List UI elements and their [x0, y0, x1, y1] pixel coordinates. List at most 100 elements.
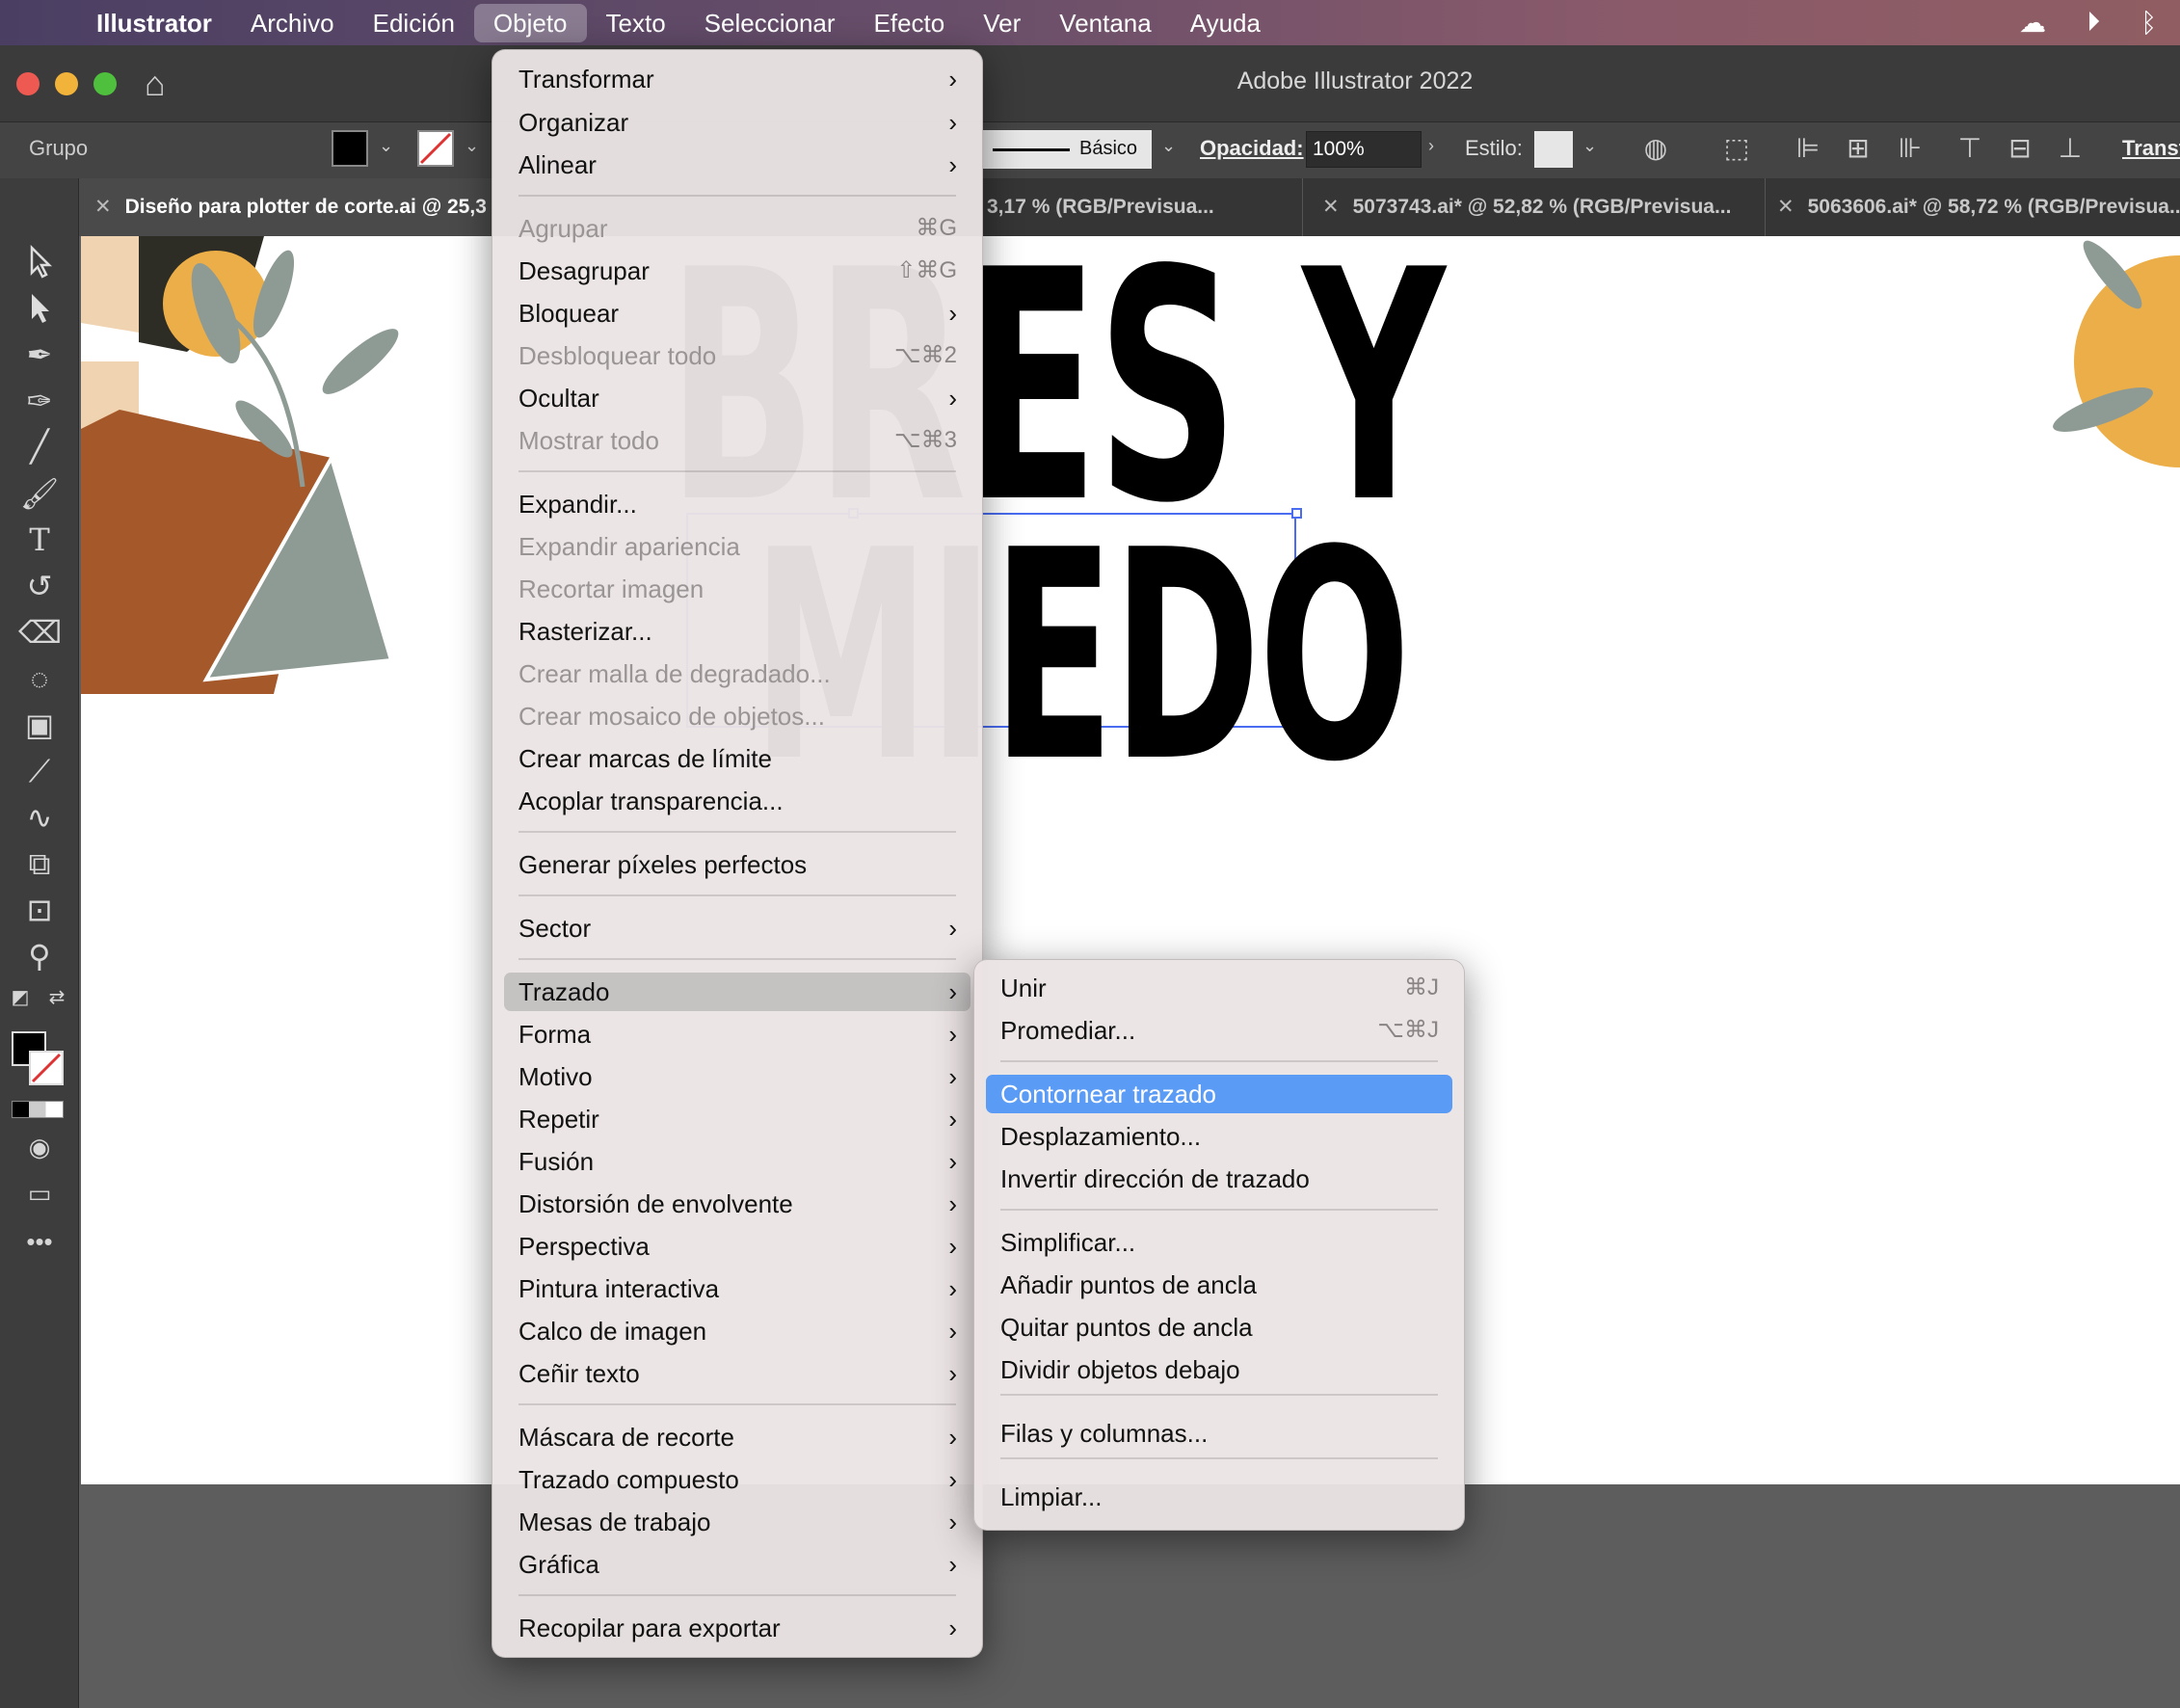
shape-builder-tool-icon[interactable]: ⧉ [18, 844, 61, 883]
stroke-dropdown-icon[interactable]: ⌄ [465, 136, 479, 156]
fill-swatch[interactable] [332, 130, 368, 167]
align-right-icon[interactable]: ⊪ [1895, 132, 1926, 167]
menu-item-quitar-puntos-de-ancla[interactable]: Quitar puntos de ancla [986, 1308, 1452, 1347]
menu-item-unir[interactable]: Unir ⌘J [986, 969, 1452, 1007]
menu-ayuda[interactable]: Ayuda [1171, 4, 1280, 42]
paintbrush-tool-icon[interactable]: 🖌 [18, 474, 61, 513]
align-center-icon[interactable]: ⊞ [1843, 132, 1874, 167]
close-tab-icon[interactable]: ✕ [94, 196, 112, 218]
menu-item-fusion[interactable]: Fusión › [504, 1142, 970, 1181]
menu-item-contornear-trazado[interactable]: Contornear trazado [986, 1075, 1452, 1113]
align-left-icon[interactable]: ⊫ [1793, 132, 1823, 167]
align-bottom-icon[interactable]: ⊥ [2055, 132, 2086, 167]
close-tab-icon[interactable]: ✕ [1322, 196, 1340, 218]
type-tool-icon[interactable]: T [18, 520, 61, 559]
stroke-swatch[interactable] [417, 130, 454, 167]
tab-5063606[interactable]: ✕ 5063606.ai* @ 58,72 % (RGB/Previsua... [1768, 178, 2180, 236]
menu-item-motivo[interactable]: Motivo › [504, 1057, 970, 1096]
color-mode-icons[interactable] [12, 1101, 64, 1118]
menu-item-distorsion-de-envolvente[interactable]: Distorsión de envolvente › [504, 1185, 970, 1223]
menu-edicion[interactable]: Edición [354, 4, 474, 42]
close-tab-icon[interactable]: ✕ [1777, 196, 1795, 218]
align-middle-icon[interactable]: ⊟ [2005, 132, 2035, 167]
menu-item-organizar[interactable]: Organizar › [504, 103, 970, 142]
style-dropdown-icon[interactable]: ⌄ [1582, 136, 1597, 156]
tab-document-2[interactable]: 3,17 % (RGB/Previsua... [985, 178, 1303, 236]
selection-tool-icon[interactable] [18, 242, 61, 280]
menu-objeto[interactable]: Objeto [473, 3, 587, 42]
stroke-color-icon[interactable] [29, 1051, 64, 1085]
menu-item-calco-de-imagen[interactable]: Calco de imagen › [504, 1312, 970, 1350]
screen-mode-icon[interactable]: ▭ [18, 1174, 61, 1213]
menu-item-acoplar-transparencia[interactable]: Acoplar transparencia... [504, 782, 970, 820]
menu-item-mesas-de-trabajo[interactable]: Mesas de trabajo › [504, 1503, 970, 1541]
menu-ver[interactable]: Ver [964, 4, 1040, 42]
menu-item-repetir[interactable]: Repetir › [504, 1100, 970, 1138]
menu-item-perspectiva[interactable]: Perspectiva › [504, 1227, 970, 1266]
line-tool-icon[interactable]: ╱ [18, 427, 61, 466]
tab-5073743[interactable]: ✕ 5073743.ai* @ 52,82 % (RGB/Previsua... [1313, 178, 1766, 236]
play-circle-icon[interactable]: ⏵ [2087, 7, 2100, 39]
menu-archivo[interactable]: Archivo [231, 4, 354, 42]
menu-item-promediar[interactable]: Promediar... ⌥⌘J [986, 1011, 1452, 1050]
menu-item-mascara-de-recorte[interactable]: Máscara de recorte › [504, 1418, 970, 1456]
menu-item-rasterizar[interactable]: Rasterizar... [504, 612, 970, 651]
align-top-icon[interactable]: ⊤ [1954, 132, 1985, 167]
menu-texto[interactable]: Texto [587, 4, 685, 42]
menu-item-sector[interactable]: Sector › [504, 909, 970, 947]
menu-item-desplazamiento[interactable]: Desplazamiento... [986, 1117, 1452, 1156]
warp-tool-icon[interactable]: ◌ [18, 659, 61, 698]
menu-item-alinear[interactable]: Alinear › [504, 146, 970, 184]
menu-item-ocultar[interactable]: Ocultar › [504, 379, 970, 417]
blend-tool-icon[interactable]: ∿ [18, 798, 61, 837]
menu-item-dividir-objetos-debajo[interactable]: Dividir objetos debajo [986, 1350, 1452, 1389]
stroke-style-select[interactable]: Básico [983, 130, 1152, 169]
gradient-tool-icon[interactable]: ▣ [18, 706, 61, 744]
menu-item-transformar[interactable]: Transformar › [504, 60, 970, 98]
swap-colors-icon[interactable]: ⇄ [44, 978, 69, 1017]
align-to-icon[interactable]: ⬚ [1721, 132, 1752, 167]
artboard-tool-icon[interactable]: ⊡ [18, 891, 61, 929]
opacity-label[interactable]: Opacidad: [1200, 136, 1304, 161]
menu-item-generar-pixeles-perfectos[interactable]: Generar píxeles perfectos [504, 845, 970, 884]
more-tools-icon[interactable]: ••• [18, 1222, 61, 1261]
menu-ventana[interactable]: Ventana [1040, 4, 1170, 42]
menu-item-pintura-interactiva[interactable]: Pintura interactiva › [504, 1269, 970, 1308]
fill-dropdown-icon[interactable]: ⌄ [379, 136, 393, 156]
menu-item-crear-marcas-de-limite[interactable]: Crear marcas de límite [504, 739, 970, 778]
graphic-style-swatch[interactable] [1534, 131, 1573, 168]
opacity-input[interactable]: 100% [1306, 131, 1422, 168]
menu-item-filas-y-columnas[interactable]: Filas y columnas... [986, 1414, 1452, 1453]
transform-link[interactable]: Transf [2122, 136, 2180, 161]
direct-selection-tool-icon[interactable] [18, 288, 61, 327]
menu-seleccionar[interactable]: Seleccionar [685, 4, 855, 42]
default-colors-icon[interactable]: ◩ [8, 978, 33, 1017]
menu-efecto[interactable]: Efecto [855, 4, 965, 42]
recolor-icon[interactable]: ◍ [1640, 132, 1671, 167]
menu-item-grafica[interactable]: Gráfica › [504, 1545, 970, 1584]
tab-diseno-plotter[interactable]: ✕ Diseño para plotter de corte.ai @ 25,3 [79, 178, 493, 236]
draw-mode-icon[interactable]: ◉ [18, 1128, 61, 1166]
menu-item-anadir-puntos-de-ancla[interactable]: Añadir puntos de ancla [986, 1266, 1452, 1304]
menu-item-simplificar[interactable]: Simplificar... [986, 1223, 1452, 1262]
menu-item-desagrupar[interactable]: Desagrupar ⇧⌘G [504, 252, 970, 290]
eyedropper-tool-icon[interactable]: ⟋ [18, 752, 61, 790]
stroke-style-dropdown-icon[interactable]: ⌄ [1161, 136, 1176, 156]
zoom-tool-icon[interactable]: ⚲ [18, 937, 61, 975]
menu-item-expandir[interactable]: Expandir... [504, 485, 970, 523]
bluetooth-icon[interactable]: ᛒ [2140, 8, 2157, 39]
menu-item-cenir-texto[interactable]: Ceñir texto › [504, 1354, 970, 1393]
rotate-tool-icon[interactable]: ↺ [18, 567, 61, 605]
pen-tool-icon[interactable]: ✒ [18, 335, 61, 374]
menu-item-limpiar[interactable]: Limpiar... [986, 1478, 1452, 1516]
menu-item-recopilar-para-exportar[interactable]: Recopilar para exportar › [504, 1609, 970, 1647]
opacity-arrow-icon[interactable]: › [1428, 136, 1434, 156]
creative-cloud-icon[interactable]: ☁ [2019, 7, 2046, 39]
menu-item-trazado-compuesto[interactable]: Trazado compuesto › [504, 1460, 970, 1499]
menu-app[interactable]: Illustrator [77, 4, 231, 42]
menu-item-trazado[interactable]: Trazado › [504, 973, 970, 1011]
menu-item-bloquear[interactable]: Bloquear › [504, 294, 970, 333]
curvature-tool-icon[interactable]: ✑ [18, 382, 61, 420]
menu-item-forma[interactable]: Forma › [504, 1015, 970, 1054]
eraser-tool-icon[interactable]: ⌫ [18, 613, 62, 652]
